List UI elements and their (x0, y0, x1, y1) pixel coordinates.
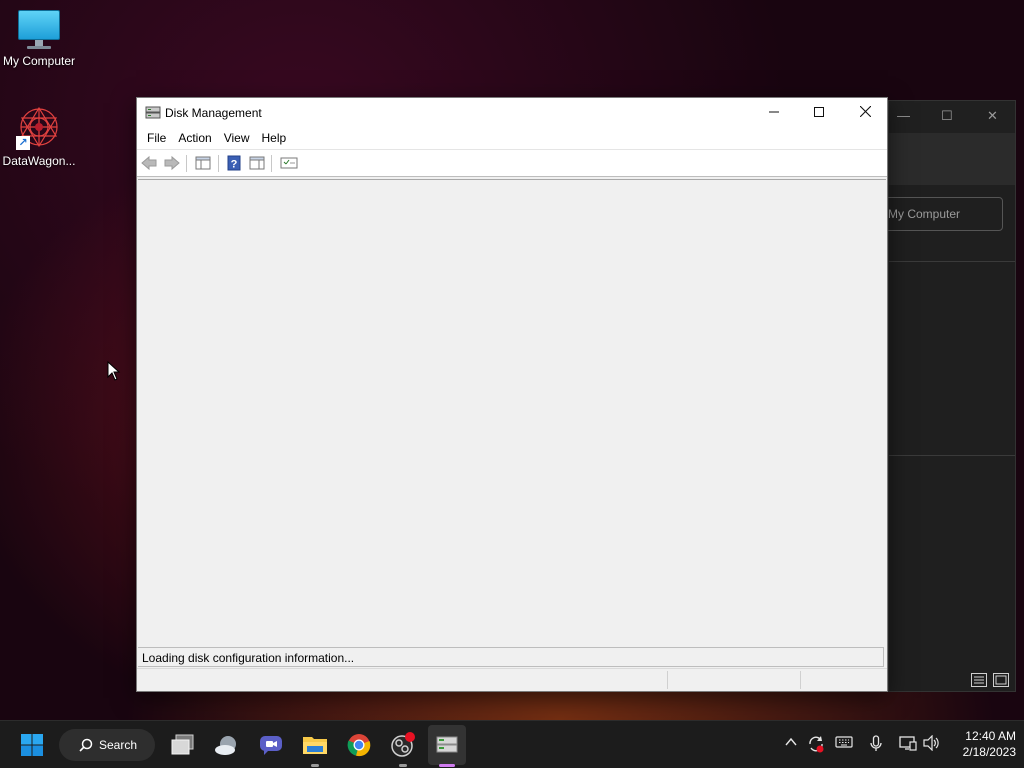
network-icon[interactable] (899, 735, 917, 751)
disk-view-pane (138, 179, 886, 646)
keyboard-icon[interactable] (835, 735, 853, 749)
chevron-up-icon[interactable] (784, 735, 798, 749)
clock-time: 12:40 AM (965, 729, 1016, 743)
microphone-icon[interactable] (869, 735, 883, 753)
desktop-icon-my-computer[interactable]: My Computer (0, 10, 78, 68)
obs-button[interactable] (387, 729, 419, 761)
status-bar-divider (667, 671, 668, 689)
background-window-header (889, 133, 1015, 185)
loading-status-text: Loading disk configuration information..… (138, 647, 884, 667)
toolbar: ? (137, 149, 887, 177)
toolbar-separator (218, 155, 219, 172)
chrome-icon (347, 734, 371, 757)
desktop-icon-datawagon[interactable]: ↗ DataWagon... (0, 104, 78, 168)
taskbar-search[interactable]: Search (59, 729, 155, 761)
large-icons-view-icon[interactable] (993, 673, 1009, 687)
maximize-icon[interactable]: ☐ (941, 108, 953, 124)
volume-icon[interactable] (923, 735, 941, 751)
close-icon[interactable]: ✕ (987, 108, 998, 124)
show-hide-console-tree-icon[interactable] (195, 155, 211, 171)
menu-file[interactable]: File (141, 127, 172, 149)
background-window-titlebar: — ☐ ✕ (889, 101, 1015, 133)
task-view-button[interactable] (167, 729, 199, 761)
start-icon (21, 734, 43, 756)
menu-bar: File Action View Help (137, 127, 887, 149)
desktop-icon-label: DataWagon... (2, 154, 76, 168)
menu-view[interactable]: View (218, 127, 256, 149)
running-indicator (399, 764, 407, 767)
running-indicator (311, 764, 319, 767)
minimize-button[interactable] (751, 98, 797, 127)
file-explorer-icon (303, 737, 327, 754)
window-title: Disk Management (165, 106, 262, 120)
taskbar: Search 12:40 AM 2/18/2023 (0, 720, 1024, 768)
start-button[interactable] (16, 729, 48, 761)
toolbar-separator (271, 155, 272, 172)
monitor-icon (17, 10, 61, 50)
clock-date: 2/18/2023 (962, 745, 1016, 759)
menu-action[interactable]: Action (172, 127, 217, 149)
status-bar (137, 668, 887, 691)
active-indicator (439, 764, 455, 767)
divider (889, 455, 1015, 456)
chat-icon (260, 736, 282, 755)
forward-icon[interactable] (164, 155, 180, 171)
minimize-icon[interactable]: — (897, 108, 910, 123)
properties-icon[interactable] (280, 155, 298, 171)
show-hide-action-pane-icon[interactable] (249, 155, 265, 171)
maximize-button[interactable] (796, 98, 842, 127)
disk-management-taskbar-icon (436, 736, 458, 753)
location-field[interactable]: My Computer (879, 197, 1003, 231)
help-icon[interactable]: ? (227, 155, 241, 171)
svg-text:?: ? (231, 159, 238, 171)
maximize-icon (814, 107, 824, 117)
chat-button[interactable] (255, 729, 287, 761)
desktop-icon-label: My Computer (2, 54, 76, 68)
datawagon-icon: ↗ (16, 104, 62, 150)
widgets-icon (215, 736, 236, 755)
obs-icon (391, 732, 415, 757)
close-button[interactable] (842, 98, 888, 127)
task-view-icon (171, 734, 194, 755)
sync-icon[interactable] (807, 735, 825, 753)
taskbar-clock[interactable]: 12:40 AM 2/18/2023 (950, 728, 1016, 760)
disk-management-icon (145, 106, 161, 119)
titlebar[interactable]: Disk Management (137, 98, 887, 127)
search-icon (79, 738, 93, 752)
toolbar-separator (186, 155, 187, 172)
chrome-button[interactable] (343, 729, 375, 761)
widgets-button[interactable] (211, 729, 243, 761)
minimize-icon (769, 111, 779, 113)
search-label: Search (99, 738, 138, 752)
details-view-icon[interactable] (971, 673, 987, 687)
back-icon[interactable] (141, 155, 157, 171)
close-icon (859, 105, 871, 118)
divider (889, 261, 1015, 262)
menu-help[interactable]: Help (256, 127, 293, 149)
mouse-cursor-icon (107, 361, 121, 381)
status-bar-divider (800, 671, 801, 689)
disk-management-taskbar-button[interactable] (431, 729, 463, 761)
file-explorer-button[interactable] (299, 729, 331, 761)
disk-management-window[interactable]: Disk Management File Action View Help ? … (136, 97, 888, 692)
background-window[interactable]: — ☐ ✕ My Computer (879, 100, 1016, 692)
